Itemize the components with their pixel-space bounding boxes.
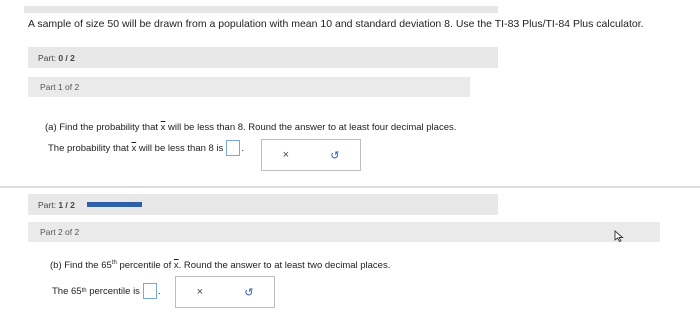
- part1-answer-input[interactable]: [226, 140, 241, 156]
- part2-progress-fill: [86, 202, 142, 207]
- part2-progress-bar: Part: 1 / 2: [28, 194, 498, 215]
- part2-section-label: Part 2 of 2: [40, 227, 80, 237]
- part1-label: Part: 0 / 2: [38, 52, 75, 63]
- undo-icon[interactable]: ↺: [330, 149, 339, 162]
- part1-tool-panel: × ↺: [261, 139, 361, 171]
- top-scrollbar: [24, 6, 498, 13]
- clear-icon[interactable]: ×: [197, 286, 203, 298]
- part1-question: (a) Find the probability that x will be …: [45, 122, 457, 133]
- part2-label: Part: 1 / 2: [38, 199, 75, 210]
- part2-answer-line: The 65th percentile is .: [52, 283, 161, 299]
- part1-progress-bar: Part: 0 / 2: [28, 47, 498, 68]
- clear-icon[interactable]: ×: [283, 149, 289, 161]
- part1-section-label: Part 1 of 2: [40, 82, 80, 92]
- part1-section-header: Part 1 of 2: [28, 77, 470, 97]
- part2-tool-panel: × ↺: [175, 276, 275, 308]
- undo-icon[interactable]: ↺: [244, 286, 253, 299]
- part2-answer-input[interactable]: [142, 283, 157, 299]
- question-text: A sample of size 50 will be drawn from a…: [28, 18, 644, 30]
- part1-answer-line: The probability that x will be less than…: [48, 140, 244, 156]
- part2-question: (b) Find the 65th percentile of x. Round…: [50, 260, 391, 272]
- part-divider: [0, 186, 700, 188]
- cursor-icon: [614, 230, 624, 242]
- part2-section-header: Part 2 of 2: [28, 222, 660, 242]
